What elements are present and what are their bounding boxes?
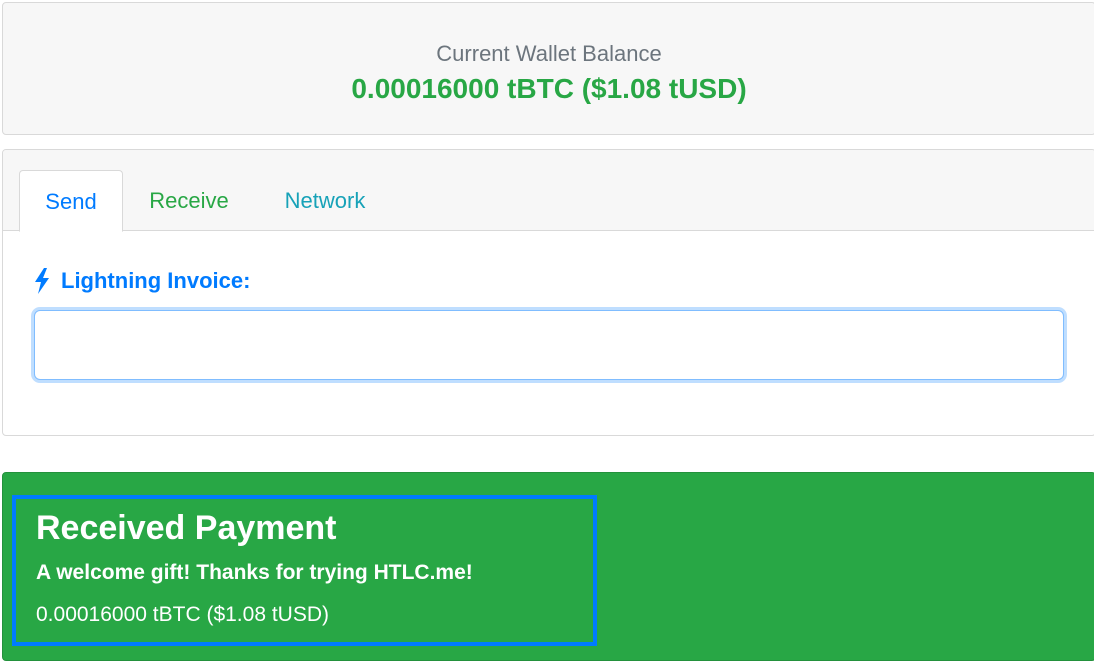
lightning-invoice-label: Lightning Invoice: <box>33 268 250 294</box>
payment-message: A welcome gift! Thanks for trying HTLC.m… <box>36 561 473 584</box>
payment-title: Received Payment <box>36 509 337 547</box>
payment-amount: 0.00016000 tBTC ($1.08 tUSD) <box>36 603 329 626</box>
wallet-balance-card: Current Wallet Balance 0.00016000 tBTC (… <box>2 2 1094 135</box>
tab-send[interactable]: Send <box>19 170 123 232</box>
tab-network[interactable]: Network <box>265 170 385 232</box>
received-payment-box: Received Payment A welcome gift! Thanks … <box>12 495 597 646</box>
lightning-bolt-icon <box>35 268 49 294</box>
lightning-invoice-label-text: Lightning Invoice: <box>61 268 251 293</box>
balance-label: Current Wallet Balance <box>436 41 662 66</box>
balance-value: 0.00016000 tBTC ($1.08 tUSD) <box>351 73 747 104</box>
tab-receive[interactable]: Receive <box>133 170 245 232</box>
wallet-actions-card: Send Receive Network Lightning Invoice: <box>2 149 1094 436</box>
received-payment-banner: Received Payment A welcome gift! Thanks … <box>2 472 1094 661</box>
tab-bar: Send Receive Network <box>3 150 1094 232</box>
lightning-invoice-input[interactable] <box>34 310 1064 380</box>
